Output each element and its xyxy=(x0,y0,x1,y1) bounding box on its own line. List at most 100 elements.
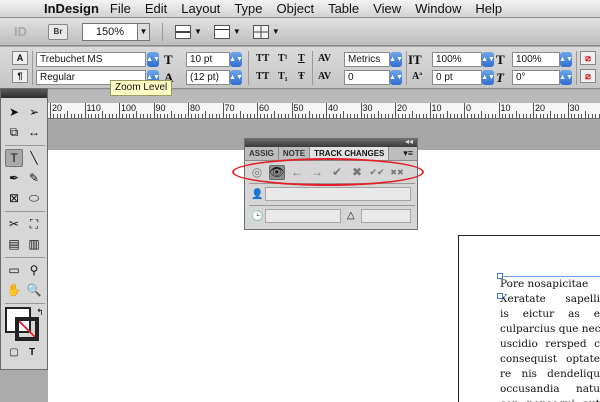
baseline-shift-stepper[interactable]: ▲▼ xyxy=(481,70,495,85)
underline-button[interactable]: T xyxy=(298,53,305,64)
ruler-minor-tick xyxy=(350,114,352,118)
stroke-none-icon[interactable]: ⧄ xyxy=(580,69,596,83)
note-tool-icon[interactable]: ▭ xyxy=(5,261,23,279)
character-mode-icon[interactable]: A xyxy=(12,51,28,65)
hand-tool-icon[interactable]: ✋ xyxy=(5,281,23,299)
next-change-icon[interactable]: → xyxy=(309,165,325,180)
vertical-scale-field[interactable]: 100% xyxy=(432,52,482,67)
frame-handle[interactable] xyxy=(497,293,503,299)
ruler-label: 30 xyxy=(569,103,580,113)
horizontal-scale-stepper[interactable]: ▲▼ xyxy=(559,52,573,67)
zoom-dropdown-icon[interactable]: ▼ xyxy=(138,22,150,41)
all-caps-button[interactable]: TT xyxy=(256,53,269,64)
screen-mode-dropdown-icon[interactable]: ▼ xyxy=(233,27,241,36)
enable-tracking-icon[interactable]: ◎ xyxy=(249,165,265,180)
menu-object[interactable]: Object xyxy=(277,1,315,16)
tab-track-changes[interactable]: TRACK CHANGES xyxy=(310,147,390,160)
panel-titlebar[interactable]: ◂◂ xyxy=(245,137,417,147)
kerning-stepper[interactable]: ▲▼ xyxy=(389,52,403,67)
page-tool-icon[interactable]: ⧉ xyxy=(5,123,23,141)
menu-window[interactable]: Window xyxy=(415,1,461,16)
small-caps-button[interactable]: TT xyxy=(256,71,269,82)
arrange-documents-dropdown-icon[interactable]: ▼ xyxy=(272,27,280,36)
direct-selection-tool-icon[interactable]: ➢ xyxy=(25,103,43,121)
ruler-minor-tick xyxy=(198,114,200,118)
font-size-stepper[interactable]: ▲▼ xyxy=(229,52,243,67)
line-tool-icon[interactable]: ╲ xyxy=(25,149,43,167)
show-changes-icon[interactable]: 👁 xyxy=(269,164,285,180)
font-size-field[interactable]: 10 pt xyxy=(186,52,230,67)
reject-change-icon[interactable]: ✖ xyxy=(349,165,365,180)
rectangle-frame-tool-icon[interactable]: ⊠ xyxy=(5,189,23,207)
text-frame[interactable]: Pore nosapicitae Xeratate sapelli is eictu… xyxy=(500,276,600,402)
superscript-button[interactable]: T¹ xyxy=(278,53,288,64)
zoom-level-field[interactable]: 150% xyxy=(82,22,138,41)
leading-field[interactable]: (12 pt) xyxy=(186,70,230,85)
menu-bar: InDesign File Edit Layout Type Object Ta… xyxy=(0,0,600,18)
menu-type[interactable]: Type xyxy=(234,1,262,16)
ruler-minor-tick xyxy=(263,114,265,118)
ruler-minor-tick xyxy=(353,114,355,118)
previous-change-icon[interactable]: ← xyxy=(289,165,305,180)
menu-edit[interactable]: Edit xyxy=(145,1,167,16)
skew-stepper[interactable]: ▲▼ xyxy=(559,70,573,85)
tab-assignments[interactable]: ASSIG xyxy=(245,147,279,160)
menu-view[interactable]: View xyxy=(373,1,401,16)
kerning-icon: AV xyxy=(318,53,332,64)
skew-field[interactable]: 0° xyxy=(512,70,560,85)
tracking-stepper[interactable]: ▲▼ xyxy=(389,70,403,85)
formatting-text-icon[interactable]: T xyxy=(23,343,41,361)
ruler-minor-tick xyxy=(112,114,114,118)
accept-all-changes-icon[interactable]: ✔✔ xyxy=(369,165,385,180)
fill-none-icon[interactable]: ⧄ xyxy=(580,51,596,65)
vertical-scale-stepper[interactable]: ▲▼ xyxy=(481,52,495,67)
view-options-icon[interactable] xyxy=(175,24,191,39)
accept-change-icon[interactable]: ✔ xyxy=(329,165,345,180)
gradient-swatch-tool-icon[interactable]: ▤ xyxy=(5,235,23,253)
ruler-minor-tick xyxy=(539,114,541,118)
app-menu[interactable]: InDesign xyxy=(44,1,99,16)
leading-stepper[interactable]: ▲▼ xyxy=(229,70,243,85)
font-family-field[interactable]: Trebuchet MS xyxy=(36,52,146,67)
baseline-shift-field[interactable]: 0 pt xyxy=(432,70,482,85)
reject-all-changes-icon[interactable]: ✖✖ xyxy=(389,165,405,180)
ruler-minor-tick xyxy=(281,114,283,118)
paragraph-mode-icon[interactable]: ¶ xyxy=(12,69,28,83)
horizontal-scale-field[interactable]: 100% xyxy=(512,52,560,67)
gradient-feather-tool-icon[interactable]: ▥ xyxy=(25,235,43,253)
ruler-minor-tick xyxy=(160,114,162,118)
bridge-button[interactable]: Br xyxy=(48,23,68,40)
pen-tool-icon[interactable]: ✒ xyxy=(5,169,23,187)
menu-file[interactable]: File xyxy=(110,1,131,16)
type-tool-icon[interactable]: T xyxy=(5,149,23,167)
menu-layout[interactable]: Layout xyxy=(181,1,220,16)
strikethrough-button[interactable]: Ŧ xyxy=(298,71,305,82)
zoom-tool-icon[interactable]: 🔍 xyxy=(25,281,43,299)
menu-table[interactable]: Table xyxy=(328,1,359,16)
selection-tool-icon[interactable]: ➤ xyxy=(5,103,23,121)
view-options-dropdown-icon[interactable]: ▼ xyxy=(194,27,202,36)
frame-handle[interactable] xyxy=(497,273,503,279)
scissors-tool-icon[interactable]: ✂ xyxy=(5,215,23,233)
ellipse-tool-icon[interactable]: ⬭ xyxy=(25,189,43,207)
tracking-field[interactable]: 0 xyxy=(344,70,390,85)
pencil-tool-icon[interactable]: ✎ xyxy=(25,169,43,187)
ruler-major-tick xyxy=(464,103,465,118)
arrange-documents-icon[interactable] xyxy=(252,24,269,39)
panel-menu-icon[interactable]: ▾≡ xyxy=(403,148,413,159)
formatting-container-icon[interactable]: ▢ xyxy=(5,343,23,361)
tools-panel-titlebar[interactable] xyxy=(1,89,47,98)
horizontal-ruler[interactable]: 20 110 100 90 80 70 60 50 40 30 20 10 0 10 20 30 xyxy=(48,103,600,119)
ruler-minor-tick xyxy=(122,114,124,118)
eyedropper-tool-icon[interactable]: ⚲ xyxy=(25,261,43,279)
menu-help[interactable]: Help xyxy=(475,1,502,16)
collapse-panel-icon[interactable]: ◂◂ xyxy=(405,137,413,146)
subscript-button[interactable]: T₁ xyxy=(278,71,288,82)
font-family-dropdown-icon[interactable]: ▲▼ xyxy=(146,52,160,67)
screen-mode-icon[interactable] xyxy=(213,24,230,39)
swap-fill-stroke-icon[interactable]: ↰ xyxy=(31,303,49,321)
gap-tool-icon[interactable]: ↔ xyxy=(25,123,43,141)
free-transform-tool-icon[interactable]: ⛶ xyxy=(25,215,43,233)
kerning-field[interactable]: Metrics xyxy=(344,52,390,67)
tab-notes[interactable]: NOTE xyxy=(279,147,311,160)
